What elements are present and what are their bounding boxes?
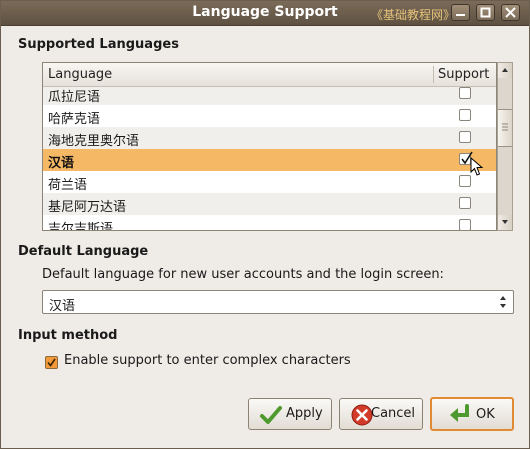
support-checkbox[interactable] (459, 197, 471, 209)
maximize-button[interactable] (476, 4, 495, 21)
complex-characters-label[interactable]: Enable support to enter complex characte… (64, 353, 351, 368)
scrollbar-thumb[interactable] (498, 109, 512, 147)
support-checkbox[interactable] (459, 219, 471, 230)
column-header-support[interactable]: Support (438, 67, 489, 82)
list-rows: 瓜拉尼语 哈萨克语 海地克里奥尔语 汉语 荷兰语 基尼阿万达语 吉尔吉斯语 (43, 87, 496, 231)
ok-label: OK (476, 407, 495, 422)
grip-icon (502, 123, 508, 131)
language-name: 汉语 (48, 156, 75, 171)
complex-characters-checkbox[interactable] (45, 356, 58, 369)
language-name: 瓜拉尼语 (48, 90, 101, 105)
support-checkbox[interactable] (459, 131, 471, 143)
support-checkbox[interactable] (459, 87, 471, 99)
language-support-window: Language Support 《基础教程网》 Supported Langu… (0, 0, 530, 449)
list-item[interactable]: 吉尔吉斯语 (43, 215, 496, 231)
cancel-label: Cancel (371, 406, 416, 421)
language-list[interactable]: Language Support 瓜拉尼语 哈萨克语 海地克里奥尔语 汉语 荷兰… (42, 62, 497, 231)
ok-button[interactable]: OK (430, 397, 514, 431)
checkmark-icon (47, 358, 56, 367)
scroll-down-button[interactable] (498, 215, 512, 230)
maximize-icon (480, 7, 491, 18)
list-item[interactable]: 基尼阿万达语 (43, 193, 496, 215)
input-method-heading: Input method (18, 328, 118, 343)
close-button[interactable] (501, 4, 520, 21)
list-item[interactable]: 哈萨克语 (43, 105, 496, 127)
vertical-scrollbar[interactable] (497, 62, 513, 231)
watermark-text: 《基础教程网》 (371, 8, 456, 22)
language-name: 哈萨克语 (48, 112, 101, 127)
language-name: 荷兰语 (48, 178, 88, 193)
default-language-value: 汉语 (49, 299, 76, 314)
checkmark-icon (260, 406, 282, 424)
minimize-button[interactable] (451, 4, 470, 21)
language-name: 基尼阿万达语 (48, 200, 127, 215)
minimize-icon (456, 14, 465, 16)
support-checkbox[interactable] (459, 175, 471, 187)
scroll-up-button[interactable] (498, 63, 512, 78)
list-item-selected[interactable]: 汉语 (43, 149, 496, 176)
list-header: Language Support (43, 63, 496, 87)
cancel-button[interactable]: Cancel (339, 398, 423, 430)
up-down-arrows-icon (500, 296, 506, 308)
default-language-heading: Default Language (18, 244, 149, 259)
default-language-description: Default language for new user accounts a… (42, 267, 444, 282)
default-language-select[interactable]: 汉语 (42, 290, 514, 314)
title-bar[interactable]: Language Support 《基础教程网》 (1, 1, 529, 26)
column-separator (433, 66, 434, 83)
support-checkbox[interactable] (459, 109, 471, 121)
apply-label: Apply (286, 406, 323, 421)
list-item[interactable]: 海地克里奥尔语 (43, 127, 496, 149)
list-item[interactable]: 瓜拉尼语 (43, 87, 496, 105)
return-arrow-icon (450, 404, 469, 422)
language-name: 海地克里奥尔语 (48, 134, 140, 149)
column-header-language[interactable]: Language (48, 67, 112, 82)
arrow-up-icon (502, 68, 508, 72)
apply-button[interactable]: Apply (248, 398, 332, 430)
list-item[interactable]: 荷兰语 (43, 171, 496, 193)
close-icon (505, 7, 516, 18)
language-name: 吉尔吉斯语 (48, 222, 114, 231)
arrow-down-icon (502, 220, 508, 224)
supported-languages-heading: Supported Languages (18, 37, 179, 52)
